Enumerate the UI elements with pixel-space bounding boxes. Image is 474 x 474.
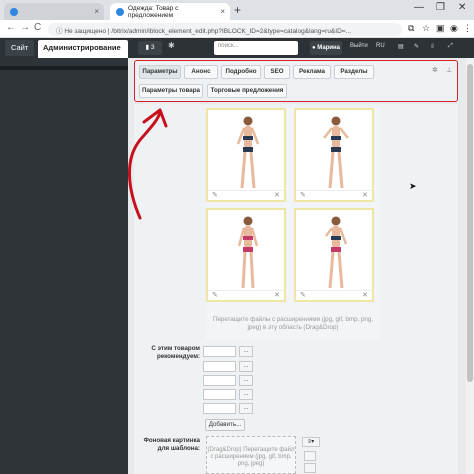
background-label: Фоновая картинка для шаблона: [143,437,200,452]
subtab-trade-offers[interactable]: Торговые предложения [207,84,287,98]
admin-top-bar: Сайт Администрирование ▮ 3 ✱ поиск... ● … [0,38,474,58]
close-icon[interactable]: ✕ [362,291,368,299]
pencil-icon[interactable]: ✎ [212,291,218,299]
tab-title: Одежда: Товар с предложением [128,4,179,19]
gallery-image[interactable]: ✎ ✕ [294,208,374,302]
favicon-icon [116,7,124,16]
menu-divider [0,66,128,70]
menu-icon[interactable]: ⋮ [463,23,472,34]
address-bar: ← → C ⓘ Не защищено | /bitrix/admin/iblo… [0,20,474,38]
user-button[interactable]: ● Марина [310,41,342,55]
admin-button[interactable]: Администрирование [38,40,128,58]
user-name: Марина [317,45,341,51]
file-button[interactable] [304,463,316,473]
gallery-image[interactable]: ✎ ✕ [206,108,286,202]
close-icon[interactable]: ✕ [362,191,368,199]
recommend-input[interactable] [203,403,236,414]
gallery-image[interactable]: ✎ ✕ [294,108,374,202]
security-label: Не защищено [64,28,107,35]
edit-tabs-panel: Параметры Анонс Подробно SEO Реклама Раз… [134,60,458,102]
pencil-icon[interactable]: ✎ [300,191,306,199]
profile-icon[interactable]: ◉ [450,23,458,34]
window-close-icon[interactable]: ✕ [458,2,466,13]
bookmark-star-icon[interactable]: ☆ [422,23,430,34]
recommend-label: С этим товаром рекомендуем: [151,345,200,360]
tab-details[interactable]: Подробно [221,65,261,79]
settings-icon[interactable]: ✎ [414,43,419,50]
reload-button[interactable]: C [34,22,41,33]
background-drop-zone[interactable]: (Drag&Drop) Перетащите файл с расширение… [206,436,296,474]
add-recommend-button[interactable]: Добавить... [205,419,245,431]
tab-advertising[interactable]: Реклама [293,65,331,79]
tab-sections[interactable]: Разделы [334,65,374,79]
recommend-pick-button[interactable]: ... [239,361,253,372]
model-photo [323,116,349,189]
pencil-icon[interactable]: ✎ [300,291,306,299]
browser-tab-active[interactable]: Одежда: Товар с предложением × [110,3,230,20]
language-select[interactable]: RU [376,43,385,49]
recommend-input[interactable] [203,375,236,386]
left-menu-panel [0,58,128,474]
close-icon[interactable]: ✕ [274,291,280,299]
new-tab-button[interactable]: + [234,3,241,17]
recommend-pick-button[interactable]: ... [239,346,253,357]
sidebar-icon[interactable]: ▣ [436,23,445,34]
favicon-icon [10,7,18,16]
url-field[interactable]: ⓘ Не защищено | /bitrix/admin/iblock_ele… [48,23,402,36]
gallery-image[interactable]: ✎ ✕ [206,208,286,302]
forward-button[interactable]: → [20,22,30,33]
recommend-pick-button[interactable]: ... [239,403,253,414]
gallery-drop-hint: Перетащите файлы с расширениями (jpg, gi… [213,316,373,331]
image-gallery[interactable]: ✎ ✕ ✎ ✕ ✎ ✕ ✎ ✕ [206,108,380,340]
search-input[interactable]: поиск... [214,41,298,55]
tab-seo[interactable]: SEO [264,65,290,79]
recommend-pick-button[interactable]: ... [239,375,253,386]
image-toolbar: ✎ ✕ [296,290,372,300]
model-photo [325,216,348,289]
close-tab-icon[interactable]: × [94,7,99,16]
close-icon[interactable]: ✕ [274,191,280,199]
model-photo [237,216,259,289]
minimize-icon[interactable]: — [414,2,424,13]
subtab-product-parameters[interactable]: Параметры товара [139,84,203,98]
pin-icon[interactable]: ▤ [398,43,404,50]
scrollbar-thumb[interactable] [467,64,473,382]
logout-link[interactable]: Выйти [350,43,368,49]
notifications-count: 3 [150,44,155,51]
recommend-input[interactable] [203,346,236,357]
translate-icon[interactable]: ⧉ [408,23,414,34]
notifications-button[interactable]: ▮ 3 [138,41,162,55]
site-button[interactable]: Сайт [5,40,35,56]
gear-icon[interactable]: ✱ [168,41,175,50]
tab-parameters[interactable]: Параметры [139,65,181,79]
model-photo [236,116,260,189]
recommend-input[interactable] [203,389,236,400]
browser-tab-inactive[interactable]: × [4,3,104,20]
download-icon[interactable]: ⇩ [430,43,435,50]
maximize-icon[interactable]: ❐ [436,2,445,13]
pin-icon[interactable]: ⊥ [446,66,452,74]
mouse-cursor-icon: ➤ [409,181,417,191]
back-button[interactable]: ← [6,22,16,33]
pencil-icon[interactable]: ✎ [212,191,218,199]
tab-announce[interactable]: Анонс [184,65,218,79]
file-button[interactable] [304,451,316,461]
recommend-input[interactable] [203,361,236,372]
menu-dropdown-button[interactable]: ≡▾ [302,437,320,447]
close-tab-icon[interactable]: × [220,7,225,16]
settings-icon[interactable]: ✲ [432,66,438,74]
image-toolbar: ✎ ✕ [296,190,372,200]
browser-tab-strip: × Одежда: Товар с предложением × + — ❐ ✕ [0,0,474,20]
recommend-pick-button[interactable]: ... [239,389,253,400]
image-toolbar: ✎ ✕ [208,290,284,300]
url-text: /bitrix/admin/iblock_element_edit.php?IB… [111,28,351,35]
expand-icon[interactable]: ⤢ [448,43,453,50]
image-toolbar: ✎ ✕ [208,190,284,200]
